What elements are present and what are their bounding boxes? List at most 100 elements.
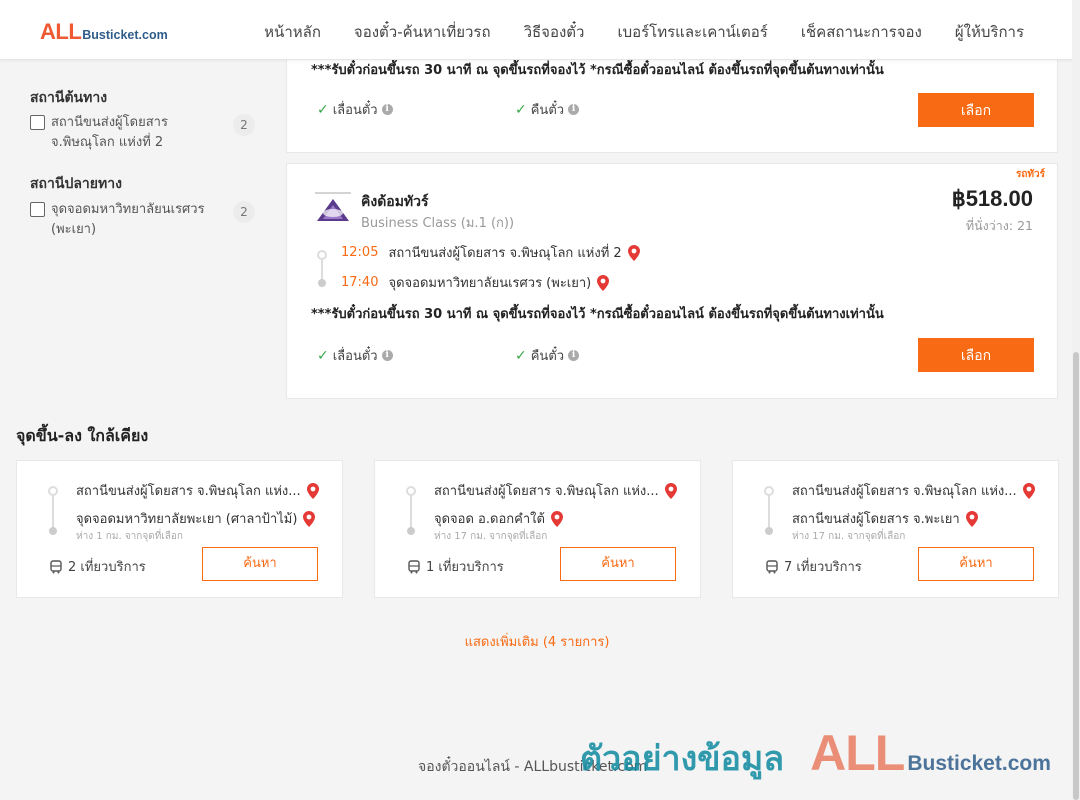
top-header: ALL Busticket.com หน้าหลัก จองตั๋ว-ค้นหา… bbox=[0, 0, 1080, 60]
bus-icon bbox=[408, 559, 420, 573]
arrival-stop: 17:40 จุดจอดมหาวิทยาลัยนเรศวร (พะเยา) bbox=[341, 272, 610, 293]
feature-refund-label: คืนตั๋ว bbox=[530, 103, 565, 118]
bus-icon bbox=[766, 559, 778, 573]
nav-book-ticket[interactable]: จองตั๋ว-ค้นหาเที่ยวรถ bbox=[354, 20, 491, 44]
nearby-search-button[interactable]: ค้นหา bbox=[560, 547, 676, 581]
nearby-from: สถานีขนส่งผู้โดยสาร จ.พิษณุโลก แห่ง... bbox=[792, 480, 1035, 501]
available-seats: ที่นั่งว่าง: 21 bbox=[965, 218, 1033, 233]
nearby-distance: ห่าง 17 กม. จากจุดที่เลือก bbox=[434, 531, 548, 542]
timeline-start-dot bbox=[317, 250, 327, 260]
bus-icon bbox=[50, 559, 62, 573]
nearby-from-label: สถานีขนส่งผู้โดยสาร จ.พิษณุโลก แห่ง... bbox=[792, 484, 1017, 499]
origin-filter-label: สถานีขนส่งผู้โดยสาร จ.พิษณุโลก แห่งที่ 2 bbox=[51, 115, 168, 150]
nav-operators[interactable]: ผู้ให้บริการ bbox=[955, 20, 1024, 44]
nav-how-to-book[interactable]: วิธีจองตั๋ว bbox=[524, 20, 585, 44]
nav-home[interactable]: หน้าหลัก bbox=[264, 20, 321, 44]
map-pin-icon[interactable] bbox=[965, 510, 978, 527]
dest-filter-label: จุดจอดมหาวิทยาลัยนเรศวร (พะเยา) bbox=[51, 202, 205, 237]
select-trip-button[interactable]: เลือก bbox=[918, 93, 1034, 127]
bus-type-ribbon: รถทัวร์ bbox=[1015, 169, 1045, 180]
map-pin-icon[interactable] bbox=[550, 510, 563, 527]
check-icon: ✓ bbox=[317, 347, 329, 364]
bus-class: Business Class (ม.1 (ก)) bbox=[361, 216, 515, 231]
ticket-price: ฿518.00 bbox=[951, 186, 1033, 211]
nearby-trips: 2 เที่ยวบริการ bbox=[49, 556, 146, 577]
timeline-line bbox=[768, 493, 770, 529]
site-logo[interactable]: ALL Busticket.com bbox=[40, 19, 168, 45]
watermark-busticket-text: Busticket.com bbox=[907, 752, 1051, 775]
map-pin-icon[interactable] bbox=[627, 244, 640, 261]
operator-name: คิงด้อมทัวร์ bbox=[361, 194, 429, 210]
nearby-search-button[interactable]: ค้นหา bbox=[202, 547, 318, 581]
nearby-card: สถานีขนส่งผู้โดยสาร จ.พิษณุโลก แห่ง... จ… bbox=[16, 460, 343, 598]
map-pin-icon[interactable] bbox=[597, 274, 610, 291]
nearby-card: สถานีขนส่งผู้โดยสาร จ.พิษณุโลก แห่ง... ส… bbox=[732, 460, 1059, 598]
arrival-station: จุดจอดมหาวิทยาลัยนเรศวร (พะเยา) bbox=[388, 276, 592, 291]
nearby-from: สถานีขนส่งผู้โดยสาร จ.พิษณุโลก แห่ง... bbox=[76, 480, 319, 501]
nearby-to-label: สถานีขนส่งผู้โดยสาร จ.พะเยา bbox=[792, 512, 960, 527]
check-icon: ✓ bbox=[515, 347, 527, 364]
info-icon[interactable]: i bbox=[381, 104, 393, 115]
trip-card: รถทัวร์ คิงด้อมทัวร์ Business Class (ม.1… bbox=[286, 163, 1058, 399]
departure-time: 12:05 bbox=[341, 245, 379, 260]
departure-stop: 12:05 สถานีขนส่งผู้โดยสาร จ.พิษณุโลก แห่… bbox=[341, 242, 640, 263]
show-more-link[interactable]: แสดงเพิ่มเติม (4 รายการ) bbox=[0, 631, 1074, 652]
nearby-distance: ห่าง 1 กม. จากจุดที่เลือก bbox=[76, 531, 183, 542]
dest-filter-title: สถานีปลายทาง bbox=[30, 176, 122, 192]
nearby-to: สถานีขนส่งผู้โดยสาร จ.พะเยา bbox=[792, 508, 978, 529]
nearby-section-title: จุดขึ้น-ลง ใกล้เคียง bbox=[16, 426, 149, 445]
departure-station: สถานีขนส่งผู้โดยสาร จ.พิษณุโลก แห่งที่ 2 bbox=[388, 246, 622, 261]
watermark-thai-text: ตัวอย่างข้อมูล bbox=[580, 739, 785, 779]
origin-checkbox[interactable] bbox=[30, 115, 45, 130]
dest-filter-count: 2 bbox=[233, 201, 255, 223]
info-icon[interactable]: i bbox=[568, 104, 580, 115]
timeline-end-dot bbox=[407, 527, 415, 535]
select-trip-button[interactable]: เลือก bbox=[918, 338, 1034, 372]
watermark-all-text: ALL bbox=[810, 725, 905, 781]
info-icon[interactable]: i bbox=[381, 350, 393, 361]
feature-change-label: เลื่อนตั๋ว bbox=[332, 103, 378, 118]
dest-checkbox[interactable] bbox=[30, 202, 45, 217]
nearby-to-label: จุดจอดมหาวิทยาลัยพะเยา (ศาลาป้าไม้) bbox=[76, 512, 298, 527]
origin-filter-count: 2 bbox=[233, 114, 255, 136]
trip-note: ***รับตั๋วก่อนขึ้นรถ 30 นาที ณ จุดขึ้นรถ… bbox=[311, 63, 884, 78]
feature-change-ticket: ✓ เลื่อนตั๋ว i bbox=[317, 99, 393, 120]
arrival-time: 17:40 bbox=[341, 275, 379, 290]
map-pin-icon[interactable] bbox=[1022, 482, 1035, 499]
trip-note: ***รับตั๋วก่อนขึ้นรถ 30 นาที ณ จุดขึ้นรถ… bbox=[311, 307, 884, 322]
nearby-search-button[interactable]: ค้นหา bbox=[918, 547, 1034, 581]
nav-phone-counters[interactable]: เบอร์โทรและเคาน์เตอร์ bbox=[617, 20, 767, 44]
feature-change-ticket: ✓ เลื่อนตั๋ว i bbox=[317, 345, 393, 366]
nearby-trips: 7 เที่ยวบริการ bbox=[765, 556, 862, 577]
timeline-start-dot bbox=[764, 486, 774, 496]
logo-all-text: ALL bbox=[40, 19, 82, 44]
page-scrollbar[interactable] bbox=[1072, 0, 1080, 800]
nearby-to: จุดจอดมหาวิทยาลัยพะเยา (ศาลาป้าไม้) bbox=[76, 508, 316, 529]
info-icon[interactable]: i bbox=[568, 350, 580, 361]
origin-filter-item[interactable]: สถานีขนส่งผู้โดยสาร จ.พิษณุโลก แห่งที่ 2… bbox=[30, 113, 255, 153]
main-nav: หน้าหลัก จองตั๋ว-ค้นหาเที่ยวรถ วิธีจองตั… bbox=[264, 20, 1024, 44]
timeline-line bbox=[410, 493, 412, 529]
nav-check-booking[interactable]: เช็คสถานะการจอง bbox=[801, 20, 922, 44]
nearby-distance: ห่าง 17 กม. จากจุดที่เลือก bbox=[792, 531, 906, 542]
map-pin-icon[interactable] bbox=[306, 482, 319, 499]
nearby-to-label: จุดจอด อ.ดอกคำใต้ bbox=[434, 512, 545, 527]
feature-change-label: เลื่อนตั๋ว bbox=[332, 349, 378, 364]
nearby-from: สถานีขนส่งผู้โดยสาร จ.พิษณุโลก แห่ง... bbox=[434, 480, 677, 501]
map-pin-icon[interactable] bbox=[303, 510, 316, 527]
dest-filter-item[interactable]: จุดจอดมหาวิทยาลัยนเรศวร (พะเยา) 2 bbox=[30, 200, 255, 240]
timeline-end-dot bbox=[49, 527, 57, 535]
map-pin-icon[interactable] bbox=[664, 482, 677, 499]
check-icon: ✓ bbox=[317, 101, 329, 118]
nearby-trips: 1 เที่ยวบริการ bbox=[407, 556, 504, 577]
operator-logo-icon bbox=[315, 192, 351, 221]
origin-filter-title: สถานีต้นทาง bbox=[30, 90, 108, 106]
nearby-trips-label: 2 เที่ยวบริการ bbox=[68, 560, 146, 575]
timeline-end-dot bbox=[765, 527, 773, 535]
nearby-from-label: สถานีขนส่งผู้โดยสาร จ.พิษณุโลก แห่ง... bbox=[76, 484, 301, 499]
timeline-start-dot bbox=[406, 486, 416, 496]
scrollbar-thumb[interactable] bbox=[1073, 352, 1079, 800]
timeline-end-dot bbox=[318, 279, 326, 287]
timeline-line bbox=[52, 493, 54, 529]
timeline-start-dot bbox=[48, 486, 58, 496]
